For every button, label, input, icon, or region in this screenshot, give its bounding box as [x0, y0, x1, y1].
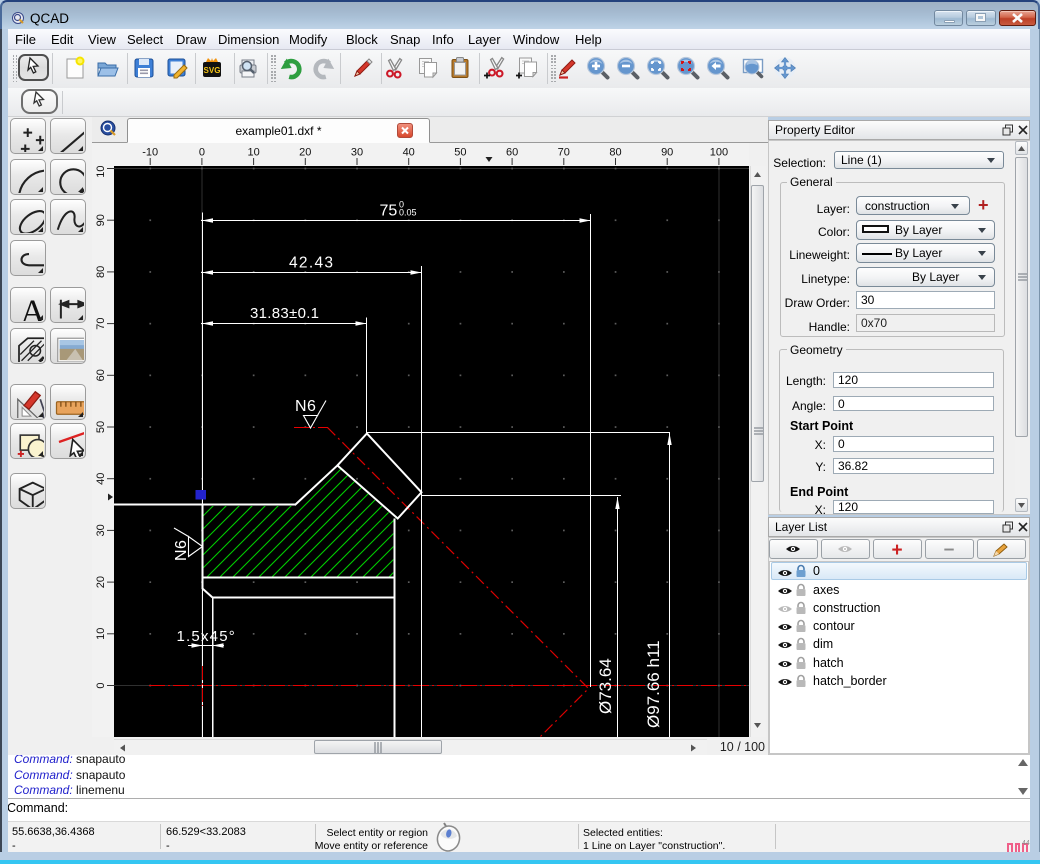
svg-text:N6: N6 [173, 540, 190, 561]
svg-text:70: 70 [558, 147, 570, 159]
svg-text:60: 60 [95, 369, 107, 381]
svg-text:1.5x45°: 1.5x45° [177, 628, 236, 645]
svg-text:SVG: SVG [204, 66, 221, 75]
svg-text:31.83±0.1: 31.83±0.1 [250, 305, 319, 322]
svg-text:60: 60 [506, 147, 518, 159]
svg-text:20: 20 [95, 576, 107, 588]
svg-text:75: 75 [380, 203, 398, 220]
svg-text:40: 40 [403, 147, 415, 159]
svg-text:30: 30 [351, 147, 363, 159]
svg-text:80: 80 [609, 147, 621, 159]
svg-text:20: 20 [299, 147, 311, 159]
svg-text:50: 50 [95, 421, 107, 433]
svg-text:80: 80 [95, 266, 107, 278]
svg-text:100: 100 [95, 166, 107, 178]
svg-text:40: 40 [95, 473, 107, 485]
svg-text:100: 100 [710, 147, 728, 159]
svg-text:90: 90 [661, 147, 673, 159]
svg-text:42.43: 42.43 [289, 255, 334, 272]
svg-text:30: 30 [95, 524, 107, 536]
svg-text:0: 0 [95, 682, 107, 688]
svg-text:N6: N6 [295, 398, 316, 415]
svg-text:10: 10 [247, 147, 259, 159]
svg-text:10: 10 [95, 628, 107, 640]
svg-text:Ø73.64: Ø73.64 [596, 658, 615, 714]
svg-text:50: 50 [454, 147, 466, 159]
svg-text:0: 0 [199, 147, 205, 159]
svg-text:Ø97.66 h11: Ø97.66 h11 [644, 640, 663, 728]
svg-text:0.05: 0.05 [399, 208, 417, 218]
svg-text:70: 70 [95, 317, 107, 329]
svg-text:90: 90 [95, 214, 107, 226]
svg-text:-10: -10 [142, 147, 158, 159]
